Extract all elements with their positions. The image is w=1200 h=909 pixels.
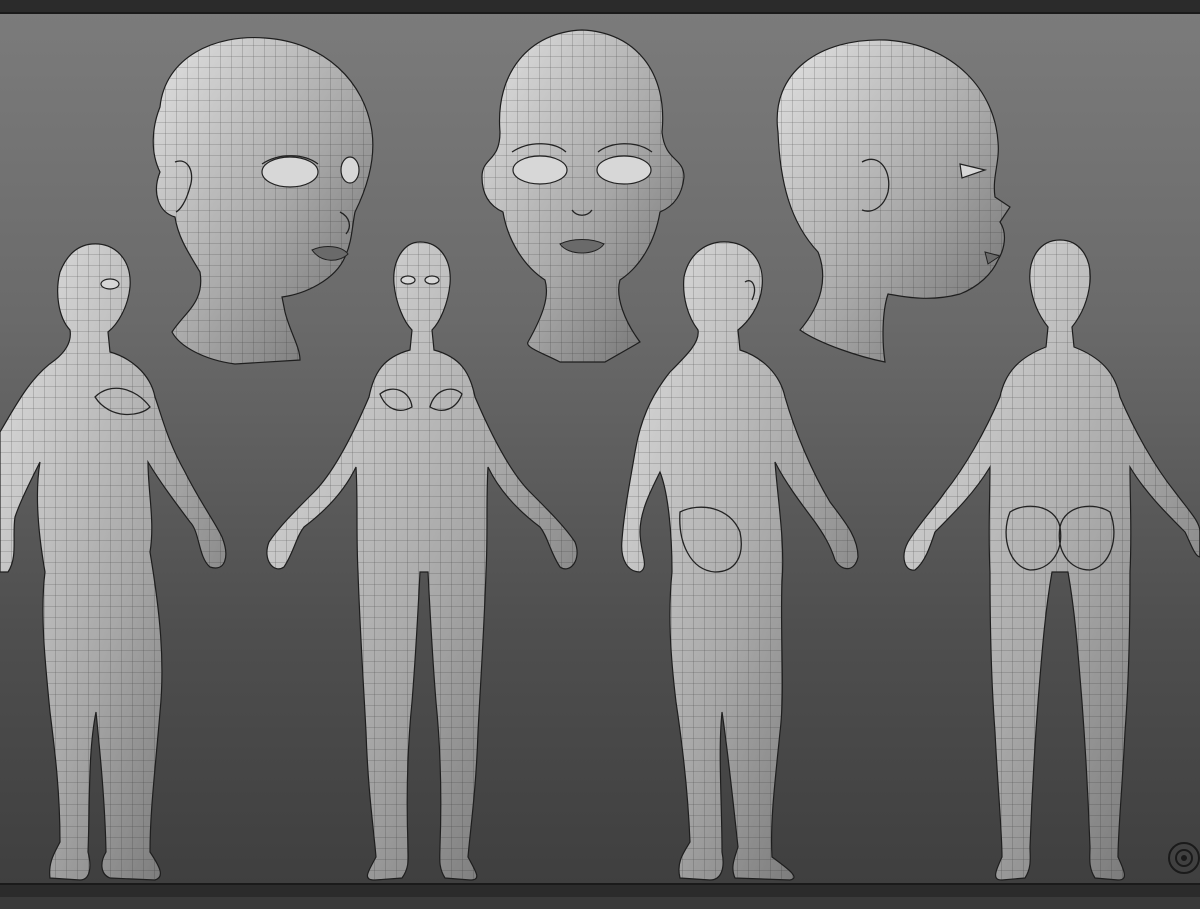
body-back: [903, 239, 1200, 881]
head-side: [776, 39, 1011, 363]
head-three-quarter: [152, 36, 374, 365]
model-sheet: [0, 29, 1200, 881]
head-front: [481, 29, 685, 363]
viewport-navigation-icon[interactable]: [1164, 838, 1200, 878]
viewport[interactable]: [0, 0, 1200, 897]
